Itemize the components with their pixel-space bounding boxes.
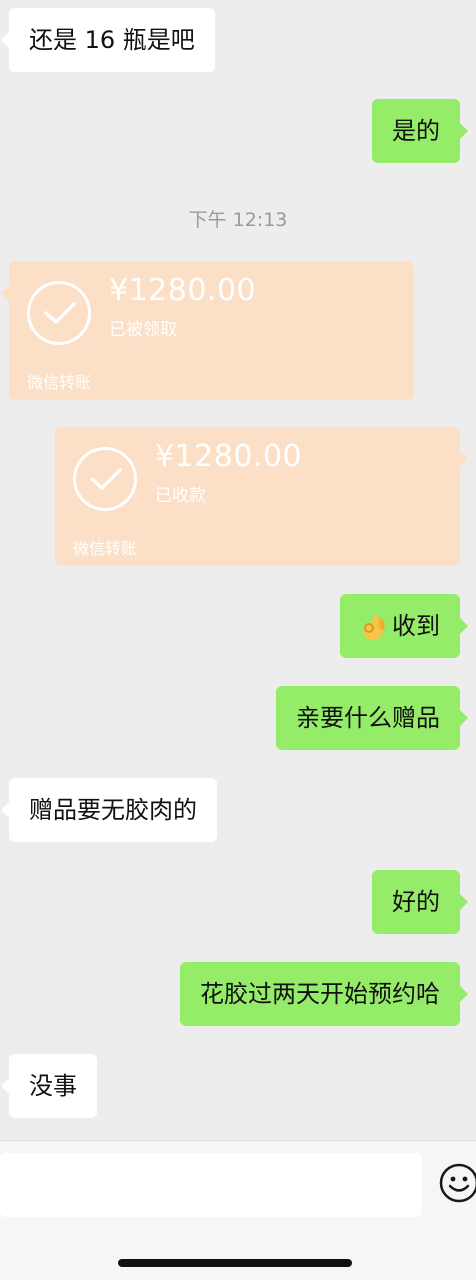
- message-text: 是的: [392, 117, 440, 145]
- message-input[interactable]: [0, 1153, 422, 1217]
- message-text: 收到: [392, 612, 440, 640]
- check-circle-icon: [27, 281, 91, 345]
- chat-area: 还是 16 瓶是吧 是的 下午 12:13 ¥1280.00 已被领取 微信转账…: [0, 0, 476, 1140]
- message-bubble-outgoing[interactable]: 亲要什么赠品: [276, 686, 468, 750]
- transfer-amount: ¥1280.00: [155, 439, 303, 474]
- message-text: 亲要什么赠品: [296, 704, 440, 732]
- message-bubble-outgoing[interactable]: 收到: [340, 594, 468, 658]
- message-text: 赠品要无胶肉的: [29, 796, 197, 824]
- message-text: 花胶过两天开始预约哈: [200, 980, 440, 1008]
- transfer-card-received[interactable]: ¥1280.00 已被领取 微信转账: [1, 261, 414, 400]
- transfer-amount: ¥1280.00: [109, 273, 257, 308]
- message-bubble-outgoing[interactable]: 好的: [372, 870, 468, 934]
- message-bubble-outgoing[interactable]: 花胶过两天开始预约哈: [180, 962, 468, 1026]
- transfer-label: 微信转账: [27, 373, 92, 392]
- message-text: 好的: [392, 888, 440, 916]
- message-text: 还是 16 瓶是吧: [29, 26, 195, 54]
- message-bubble-incoming[interactable]: 还是 16 瓶是吧: [1, 8, 215, 72]
- message-bubble-incoming[interactable]: 没事: [1, 1054, 97, 1118]
- transfer-card-sent[interactable]: ¥1280.00 已收款 微信转账: [55, 427, 468, 566]
- transfer-label: 微信转账: [73, 539, 138, 558]
- transfer-status: 已收款: [155, 486, 206, 506]
- smiley-icon[interactable]: [438, 1162, 476, 1204]
- home-indicator[interactable]: [118, 1259, 352, 1267]
- chat-timestamp: 下午 12:13: [188, 209, 288, 231]
- check-circle-icon: [73, 447, 137, 511]
- message-bubble-incoming[interactable]: 赠品要无胶肉的: [1, 778, 217, 842]
- message-text: 没事: [29, 1072, 77, 1100]
- transfer-status: 已被领取: [109, 320, 177, 340]
- message-bubble-outgoing[interactable]: 是的: [372, 99, 468, 163]
- ok-hand-icon: [360, 611, 386, 641]
